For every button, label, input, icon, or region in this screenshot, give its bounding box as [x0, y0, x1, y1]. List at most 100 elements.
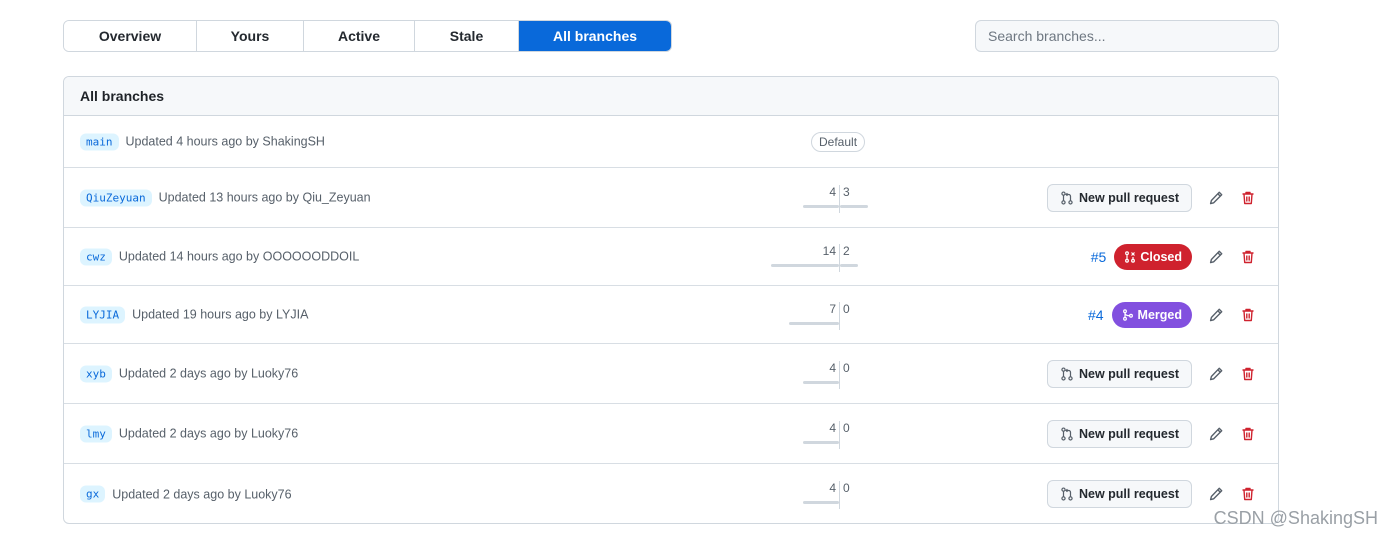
delete-branch-button[interactable] — [1236, 362, 1260, 386]
branch-name[interactable]: lmy — [80, 425, 112, 442]
default-branch-label: Default — [811, 131, 866, 152]
tab-overview[interactable]: Overview — [64, 21, 197, 51]
git-pull-request-icon — [1061, 487, 1073, 501]
ahead-behind-count: 4 3 — [803, 184, 868, 213]
ahead-bar — [840, 204, 868, 208]
branch-author[interactable]: Luoky76 — [251, 367, 298, 381]
pencil-icon — [1209, 308, 1223, 321]
branch-author[interactable]: Qiu_Zeyuan — [302, 191, 370, 205]
new-pull-request-button[interactable]: New pull request — [1046, 419, 1192, 448]
watermark: CSDN @ShakingSH — [1213, 508, 1378, 528]
branch-row: gx Updated 2 days ago by Luoky76 4 0 New… — [64, 464, 1278, 523]
commits-behind: 7 — [829, 301, 836, 316]
branch-author[interactable]: OOOOOODDOIL — [263, 250, 360, 264]
pull-request-link[interactable]: #4 — [1088, 307, 1104, 323]
branch-updated-text: Updated 4 hours ago by ShakingSH — [125, 134, 325, 149]
branch-row: cwz Updated 14 hours ago by OOOOOODDOIL … — [64, 228, 1278, 286]
trash-icon — [1242, 487, 1254, 501]
branch-updated-text: Updated 2 days ago by Luoky76 — [118, 426, 299, 441]
branch-row: LYJIA Updated 19 hours ago by LYJIA 7 0 … — [64, 286, 1278, 344]
tab-active[interactable]: Active — [304, 21, 415, 51]
ahead-behind-count: 7 0 — [789, 301, 850, 330]
git-pull-request-icon — [1061, 426, 1073, 441]
trash-icon — [1242, 308, 1254, 321]
rename-branch-button[interactable] — [1204, 303, 1228, 327]
branch-name[interactable]: LYJIA — [80, 306, 126, 323]
commits-behind: 14 — [822, 243, 836, 258]
trash-icon — [1242, 250, 1254, 263]
delete-branch-button[interactable] — [1236, 303, 1260, 327]
new-pull-request-button[interactable]: New pull request — [1046, 359, 1192, 388]
rename-branch-button[interactable] — [1204, 245, 1228, 269]
branch-author[interactable]: ShakingSH — [262, 135, 325, 149]
pencil-icon — [1209, 367, 1223, 380]
branch-name[interactable]: QiuZeyuan — [80, 189, 152, 206]
delete-branch-button[interactable] — [1236, 186, 1260, 210]
commits-ahead: 0 — [843, 360, 850, 375]
delete-branch-button[interactable] — [1236, 422, 1260, 446]
branch-row: QiuZeyuan Updated 13 hours ago by Qiu_Ze… — [64, 168, 1278, 228]
branch-updated-text: Updated 13 hours ago by Qiu_Zeyuan — [158, 190, 371, 205]
branch-row: main Updated 4 hours ago by ShakingSH De… — [64, 116, 1278, 168]
behind-bar — [789, 321, 839, 325]
commits-ahead: 0 — [843, 481, 850, 495]
behind-bar — [803, 204, 839, 208]
branch-row: lmy Updated 2 days ago by Luoky76 4 0 Ne… — [64, 404, 1278, 464]
branch-updated-text: Updated 2 days ago by Luoky76 — [118, 366, 299, 381]
branch-name[interactable]: cwz — [80, 248, 112, 265]
ahead-behind-count: 4 0 — [803, 481, 850, 509]
branch-author[interactable]: Luoky76 — [251, 427, 298, 441]
branch-row: xyb Updated 2 days ago by Luoky76 4 0 Ne… — [64, 344, 1278, 404]
rename-branch-button[interactable] — [1204, 422, 1228, 446]
branches-list-title: All branches — [64, 77, 1278, 116]
pr-merged-badge[interactable]: Merged — [1111, 301, 1192, 328]
behind-bar — [803, 380, 839, 384]
pencil-icon — [1209, 427, 1223, 440]
pull-request-link[interactable]: #5 — [1091, 249, 1107, 265]
git-pull-request-closed-icon — [1125, 250, 1136, 263]
branch-name[interactable]: xyb — [80, 365, 112, 382]
new-pull-request-button[interactable]: New pull request — [1046, 183, 1192, 212]
new-pull-request-button[interactable]: New pull request — [1046, 480, 1192, 508]
branch-updated-text: Updated 2 days ago by Luoky76 — [112, 487, 292, 501]
commits-behind: 4 — [829, 360, 836, 375]
commits-behind: 4 — [829, 481, 836, 495]
behind-bar — [803, 501, 839, 504]
commits-ahead: 0 — [843, 420, 850, 435]
search-branches-input[interactable] — [975, 20, 1279, 52]
delete-branch-button[interactable] — [1236, 482, 1260, 506]
commits-behind: 4 — [829, 184, 836, 199]
branch-name[interactable]: gx — [80, 485, 106, 503]
tab-yours[interactable]: Yours — [197, 21, 304, 51]
ahead-behind-count: 14 2 — [771, 243, 858, 272]
commits-ahead: 2 — [843, 243, 850, 258]
branch-filter-tabs: Overview Yours Active Stale All branches — [63, 20, 672, 52]
ahead-bar — [840, 263, 858, 267]
pencil-icon — [1209, 487, 1223, 501]
ahead-behind-count: 4 0 — [803, 420, 850, 449]
tab-all-branches[interactable]: All branches — [519, 21, 671, 51]
branch-author[interactable]: Luoky76 — [244, 487, 291, 501]
pencil-icon — [1209, 191, 1223, 204]
commits-ahead: 3 — [843, 184, 850, 199]
tab-stale[interactable]: Stale — [415, 21, 519, 51]
rename-branch-button[interactable] — [1204, 186, 1228, 210]
behind-bar — [803, 440, 839, 444]
delete-branch-button[interactable] — [1236, 245, 1260, 269]
rename-branch-button[interactable] — [1204, 482, 1228, 506]
branch-updated-text: Updated 19 hours ago by LYJIA — [132, 307, 309, 322]
ahead-behind-count: 4 0 — [803, 360, 850, 389]
branches-list: All branches main Updated 4 hours ago by… — [63, 76, 1279, 524]
commits-behind: 4 — [829, 420, 836, 435]
branch-author[interactable]: LYJIA — [276, 308, 308, 322]
rename-branch-button[interactable] — [1204, 362, 1228, 386]
commits-ahead: 0 — [843, 301, 850, 316]
trash-icon — [1242, 191, 1254, 204]
git-pull-request-icon — [1061, 366, 1073, 381]
branch-name[interactable]: main — [80, 133, 119, 150]
trash-icon — [1242, 367, 1254, 380]
pr-closed-badge[interactable]: Closed — [1114, 243, 1192, 270]
pencil-icon — [1209, 250, 1223, 263]
behind-bar — [771, 263, 839, 267]
git-merge-icon — [1122, 308, 1133, 321]
